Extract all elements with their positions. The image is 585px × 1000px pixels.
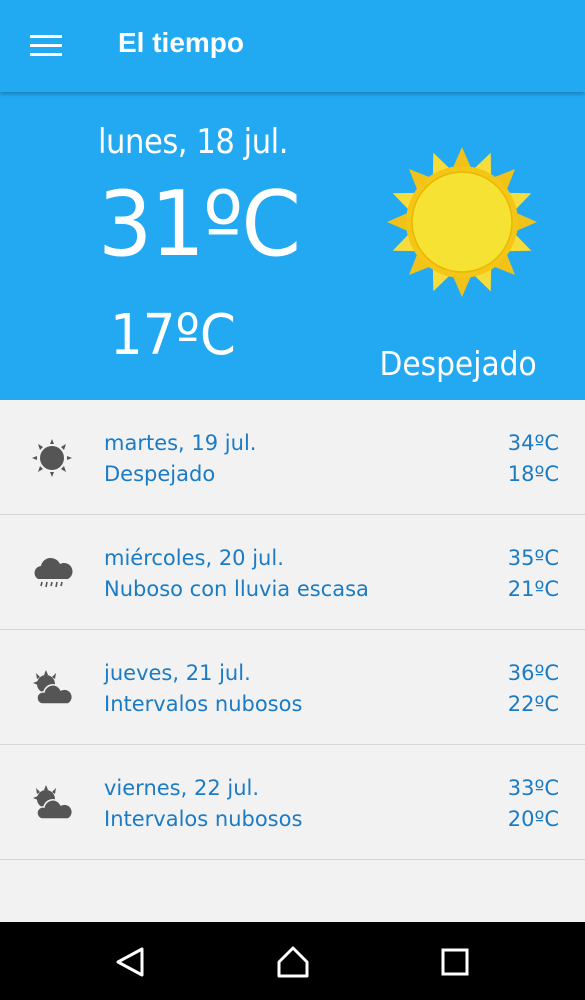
partly-cloudy-icon bbox=[33, 785, 74, 820]
home-icon[interactable] bbox=[275, 944, 311, 980]
rain-cloud-icon bbox=[34, 557, 73, 588]
forecast-condition: Nuboso con lluvia escasa bbox=[104, 577, 369, 601]
forecast-min-temp: 18ºC bbox=[507, 462, 559, 486]
forecast-list[interactable]: martes, 19 jul. Despejado 34ºC 18ºC miér… bbox=[0, 400, 585, 922]
menu-icon[interactable] bbox=[30, 33, 62, 57]
forecast-date: martes, 19 jul. bbox=[104, 431, 257, 455]
sun-ray bbox=[452, 147, 472, 169]
forecast-condition: Intervalos nubosos bbox=[104, 692, 303, 716]
forecast-min-temp: 22ºC bbox=[507, 692, 559, 716]
sun-icon bbox=[32, 439, 72, 477]
forecast-row[interactable]: miércoles, 20 jul. Nuboso con lluvia esc… bbox=[0, 515, 585, 630]
partly-cloudy-icon bbox=[33, 670, 74, 705]
today-min-temp: 17ºC bbox=[110, 303, 236, 368]
back-icon[interactable] bbox=[112, 944, 148, 980]
forecast-condition: Intervalos nubosos bbox=[104, 807, 303, 831]
recents-icon[interactable] bbox=[437, 944, 473, 980]
forecast-condition: Despejado bbox=[104, 462, 216, 486]
today-max-temp: 31ºC bbox=[98, 172, 301, 277]
sun-ray bbox=[387, 212, 409, 232]
today-condition: Despejado bbox=[379, 344, 537, 383]
forecast-date: jueves, 21 jul. bbox=[104, 661, 251, 685]
forecast-min-temp: 21ºC bbox=[507, 577, 559, 601]
app-title: El tiempo bbox=[118, 27, 245, 58]
forecast-max-temp: 35ºC bbox=[507, 546, 559, 570]
forecast-row[interactable]: viernes, 22 jul. Intervalos nubosos 33ºC… bbox=[0, 745, 585, 860]
forecast-row[interactable]: martes, 19 jul. Despejado 34ºC 18ºC bbox=[0, 400, 585, 515]
app-bar: El tiempo bbox=[0, 0, 585, 92]
forecast-max-temp: 34ºC bbox=[507, 431, 559, 455]
forecast-date: viernes, 22 jul. bbox=[104, 776, 260, 800]
today-panel: lunes, 18 jul. 31ºC 17ºC Despejado bbox=[0, 92, 585, 400]
forecast-row-partial[interactable] bbox=[0, 860, 585, 922]
forecast-min-temp: 20ºC bbox=[507, 807, 559, 831]
today-date: lunes, 18 jul. bbox=[98, 122, 289, 162]
system-nav-bar bbox=[0, 922, 585, 1000]
sun-ray bbox=[452, 275, 472, 297]
sun-icon bbox=[387, 147, 537, 297]
forecast-max-temp: 36ºC bbox=[507, 661, 559, 685]
forecast-date: miércoles, 20 jul. bbox=[104, 546, 284, 570]
forecast-max-temp: 33ºC bbox=[507, 776, 559, 800]
sun-ray bbox=[515, 212, 537, 232]
forecast-row[interactable]: jueves, 21 jul. Intervalos nubosos 36ºC … bbox=[0, 630, 585, 745]
